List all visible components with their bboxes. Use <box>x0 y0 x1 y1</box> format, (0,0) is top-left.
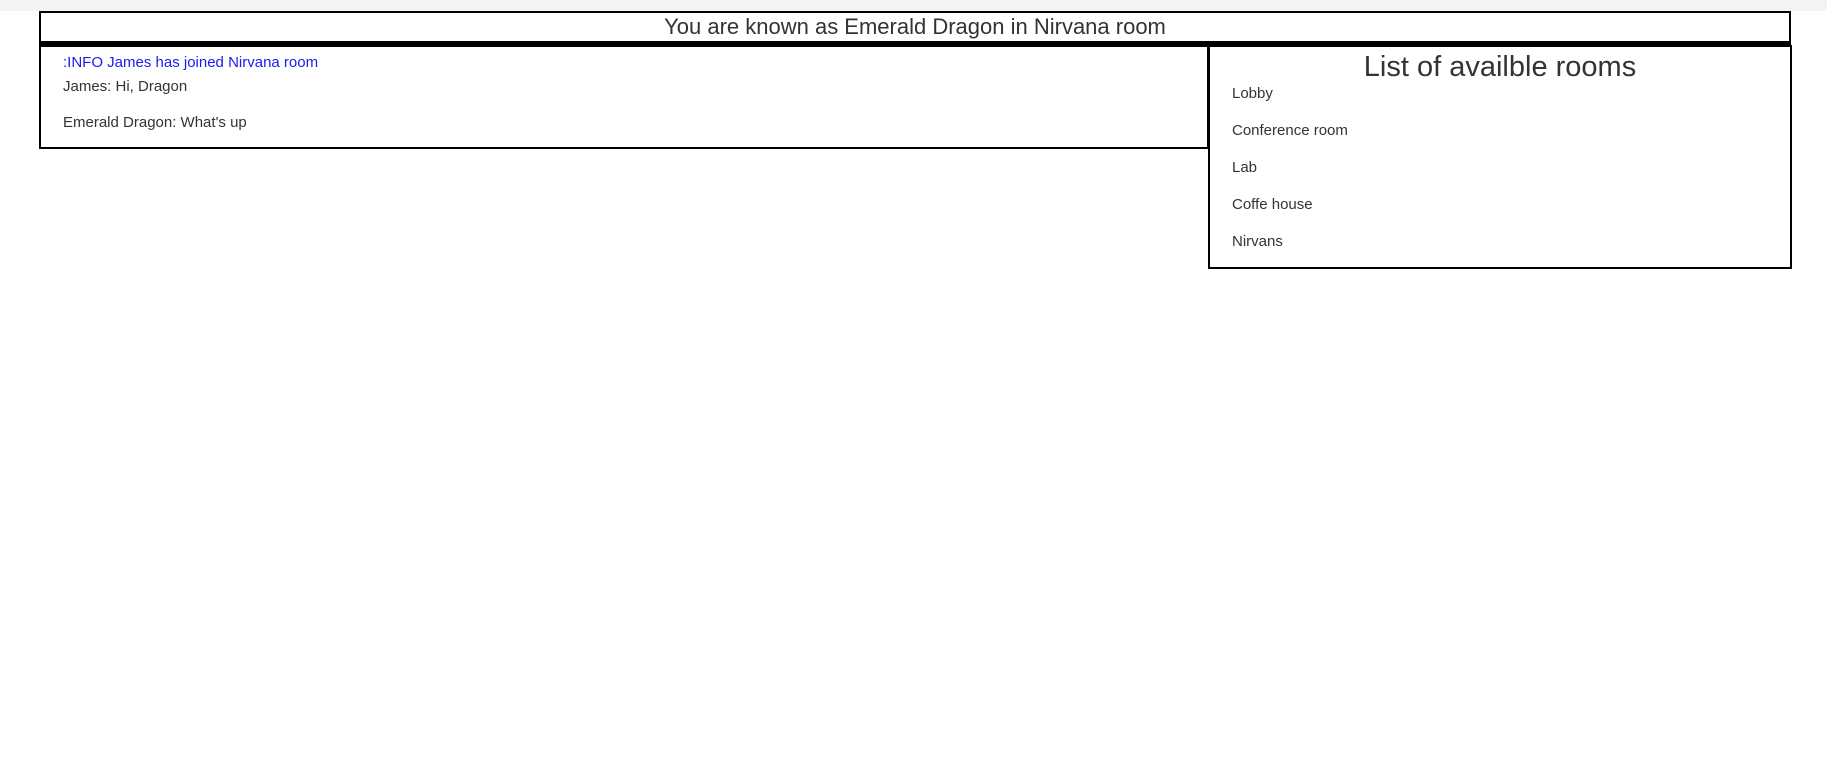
room-item-conference-room[interactable]: Conference room <box>1232 121 1790 158</box>
room-item-coffe-house[interactable]: Coffe house <box>1232 195 1790 232</box>
rooms-title: List of availble rooms <box>1363 51 1637 83</box>
chat-messages-panel: :INFO James has joined Nirvana room Jame… <box>39 45 1209 149</box>
info-message: :INFO James has joined Nirvana room <box>63 54 319 71</box>
room-item-lobby[interactable]: Lobby <box>1232 84 1790 121</box>
room-item-lab[interactable]: Lab <box>1232 158 1790 195</box>
rooms-panel: List of availble rooms Lobby Conference … <box>1208 45 1792 269</box>
room-list: Lobby Conference room Lab Coffe house Ni… <box>1210 84 1790 269</box>
room-item-nirvans[interactable]: Nirvans <box>1232 232 1790 269</box>
chat-message: Emerald Dragon: What's up <box>63 114 247 131</box>
page-title-text: You are known as Emerald Dragon in Nirva… <box>664 14 1166 39</box>
top-strip <box>0 0 1827 11</box>
page-title: You are known as Emerald Dragon in Nirva… <box>39 11 1791 45</box>
chat-message: James: Hi, Dragon <box>63 78 188 95</box>
